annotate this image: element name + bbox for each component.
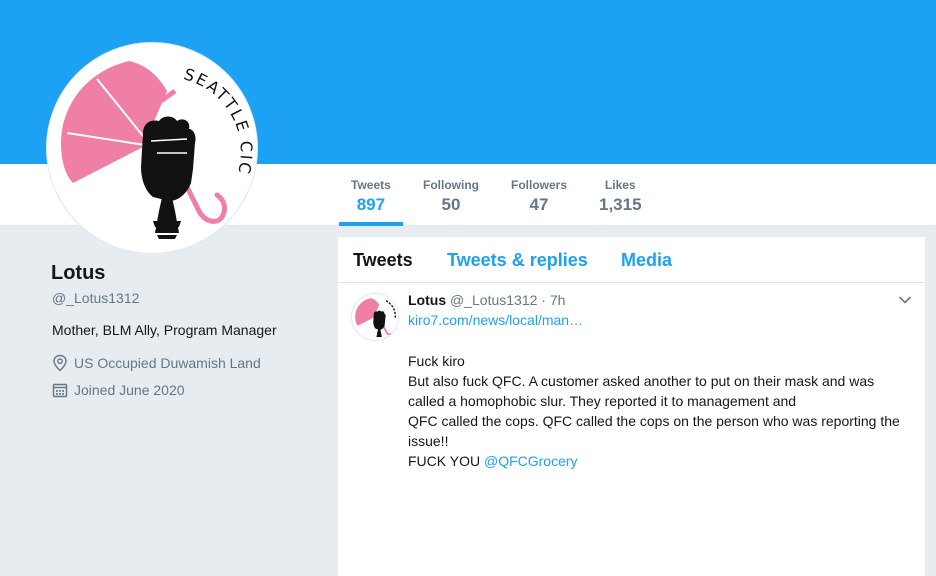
joined-text: Joined June 2020 bbox=[74, 382, 185, 398]
tweet-timestamp[interactable]: 7h bbox=[550, 292, 566, 308]
stat-following[interactable]: Following 50 bbox=[423, 178, 479, 215]
profile-bio: Mother, BLM Ally, Program Manager bbox=[52, 322, 277, 338]
stat-followers[interactable]: Followers 47 bbox=[511, 178, 567, 215]
stat-tweets[interactable]: Tweets 897 bbox=[339, 178, 403, 226]
profile-location: US Occupied Duwamish Land bbox=[52, 354, 261, 372]
profile-handle[interactable]: @_Lotus1312 bbox=[52, 290, 139, 306]
location-text: US Occupied Duwamish Land bbox=[74, 355, 261, 371]
tweet-line: But also fuck QFC. A customer asked anot… bbox=[408, 373, 875, 409]
calendar-icon bbox=[52, 383, 68, 398]
tab-tweets-and-replies[interactable]: Tweets & replies bbox=[447, 250, 588, 271]
seattle-cic-logo: SEATTLE CIC bbox=[61, 61, 254, 239]
tweet-line-last: FUCK YOU @QFCGrocery bbox=[408, 451, 913, 471]
tweet-line-prefix: FUCK YOU bbox=[408, 453, 484, 469]
mention-link[interactable]: @QFCGrocery bbox=[484, 453, 578, 469]
timeline-tabs: Tweets Tweets & replies Media bbox=[338, 237, 925, 283]
tweet-link[interactable]: kiro7.com/news/local/man… bbox=[408, 312, 583, 328]
tweet[interactable]: Lotus @_Lotus1312 · 7h kiro7.com/news/lo… bbox=[338, 283, 925, 576]
chevron-down-icon[interactable] bbox=[898, 293, 912, 307]
tweet-author-name[interactable]: Lotus bbox=[408, 292, 446, 308]
timeline: Tweets Tweets & replies Media Lotus @_Lo… bbox=[338, 237, 925, 576]
tweet-avatar[interactable] bbox=[351, 293, 399, 341]
tab-media[interactable]: Media bbox=[621, 250, 672, 271]
profile-joined: Joined June 2020 bbox=[52, 382, 185, 398]
profile-name[interactable]: Lotus bbox=[51, 262, 105, 285]
tweet-author-handle[interactable]: @_Lotus1312 bbox=[450, 292, 537, 308]
stat-likes[interactable]: Likes 1,315 bbox=[599, 178, 642, 215]
tab-tweets[interactable]: Tweets bbox=[353, 250, 413, 271]
tweet-line: Fuck kiro bbox=[408, 353, 465, 369]
tweet-text: Fuck kiro But also fuck QFC. A customer … bbox=[408, 351, 913, 471]
tweet-line: QFC called the cops. QFC called the cops… bbox=[408, 413, 900, 449]
tweet-separator: · bbox=[541, 292, 546, 308]
seattle-cic-logo-small bbox=[355, 298, 396, 338]
location-pin-icon bbox=[53, 354, 67, 372]
profile-avatar[interactable]: SEATTLE CIC bbox=[46, 42, 258, 254]
tweet-header: Lotus @_Lotus1312 · 7h bbox=[408, 292, 565, 308]
